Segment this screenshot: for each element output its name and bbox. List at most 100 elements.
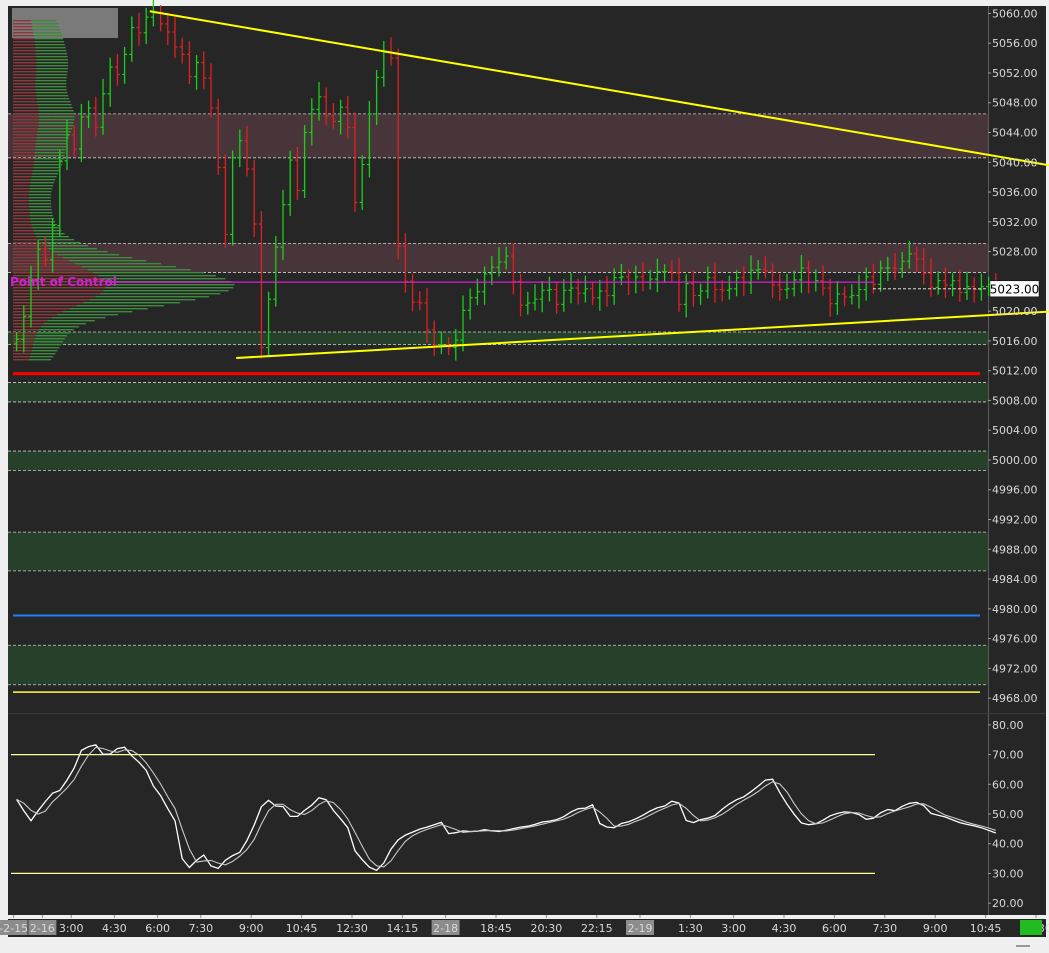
volume-bar-sell <box>13 317 52 319</box>
price-tick-label: 4992.00 <box>992 514 1038 527</box>
volume-bar-sell <box>13 233 35 235</box>
volume-bar-sell <box>13 53 36 55</box>
volume-bar-buy <box>40 326 80 328</box>
volume-bar-sell <box>13 119 39 121</box>
volume-bar-sell <box>13 209 30 211</box>
volume-bar-sell <box>13 356 30 358</box>
volume-bar-sell <box>13 236 37 238</box>
time-tick-label: 2-18 <box>433 922 458 935</box>
price-tick-label: 4984.00 <box>992 573 1038 586</box>
price-tick-label: 5032.00 <box>992 216 1038 229</box>
volume-bar-buy <box>32 227 59 229</box>
volume-bar-sell <box>13 314 58 316</box>
time-tick-label: 7:30 <box>188 922 213 935</box>
volume-bar-buy <box>35 71 68 73</box>
volume-bar-buy <box>105 284 235 286</box>
last-price-label: 5023.00 <box>990 282 1040 296</box>
volume-bar-sell <box>13 146 36 148</box>
volume-bar-sell <box>13 206 30 208</box>
volume-bar-buy <box>35 80 67 82</box>
volume-bar-buy <box>35 47 66 49</box>
oscillator-tick-label: 30.00 <box>992 867 1024 880</box>
price-tick-label: 5052.00 <box>992 67 1038 80</box>
volume-bar-sell <box>13 134 37 136</box>
volume-bar-sell <box>13 167 34 169</box>
time-tick-label: 22:15 <box>581 922 613 935</box>
volume-bar-sell <box>13 305 77 307</box>
volume-bar-buy <box>93 272 205 274</box>
volume-bar-sell <box>13 194 30 196</box>
volume-bar-buy <box>37 101 71 103</box>
price-tick-label: 4976.00 <box>992 633 1038 646</box>
support-zone <box>8 645 988 685</box>
volume-bar-sell <box>13 164 34 166</box>
volume-bar-sell <box>13 140 37 142</box>
time-tick-label: 10:45 <box>286 922 318 935</box>
volume-bar-buy <box>37 104 72 106</box>
volume-bar-buy <box>29 191 52 193</box>
volume-bar-buy <box>33 161 63 163</box>
volume-bar-sell <box>13 122 39 124</box>
volume-bar-buy <box>38 125 74 127</box>
volume-bar-buy <box>35 89 67 91</box>
volume-bar-buy <box>57 314 119 316</box>
price-tick-label: 5048.00 <box>992 97 1038 110</box>
volume-bar-buy <box>38 122 74 124</box>
volume-bar-sell <box>13 32 34 34</box>
time-tick-label: 2-16 <box>30 922 55 935</box>
oscillator-tick-label: 80.00 <box>992 719 1024 732</box>
volume-bar-buy <box>36 134 70 136</box>
volume-bar-buy <box>83 302 181 304</box>
volume-bar-sell <box>13 29 33 31</box>
time-tick-label: 9:00 <box>923 922 948 935</box>
volume-bar-sell <box>13 182 31 184</box>
price-tick-label: 4972.00 <box>992 662 1038 675</box>
volume-bar-sell <box>13 224 32 226</box>
volume-bar-buy <box>29 209 52 211</box>
volume-bar-buy <box>35 143 67 145</box>
volume-bar-buy <box>32 347 60 349</box>
volume-bar-sell <box>13 347 33 349</box>
volume-bar-buy <box>31 20 57 22</box>
volume-bar-sell <box>13 359 29 361</box>
volume-bar-buy <box>48 248 97 250</box>
volume-bar-sell <box>13 161 34 163</box>
volume-bar-sell <box>13 65 37 67</box>
volume-bar-sell <box>13 242 42 244</box>
volume-bar-sell <box>13 137 37 139</box>
volume-bar-buy <box>52 251 108 253</box>
volume-bar-buy <box>29 194 52 196</box>
time-tick-label: 3:00 <box>59 922 84 935</box>
volume-bar-sell <box>13 143 36 145</box>
resize-handle <box>1016 945 1030 947</box>
volume-bar-buy <box>36 137 69 139</box>
volume-bar-buy <box>87 269 191 271</box>
volume-bar-buy <box>31 350 58 352</box>
volume-bar-buy <box>35 83 67 85</box>
volume-bar-sell <box>13 38 35 40</box>
volume-bar-sell <box>13 230 34 232</box>
time-tick-label: 20:30 <box>531 922 563 935</box>
volume-bar-sell <box>13 254 58 256</box>
volume-bar-sell <box>13 152 35 154</box>
volume-bar-sell <box>13 56 36 58</box>
volume-bar-sell <box>13 176 32 178</box>
volume-bar-buy <box>36 95 69 97</box>
volume-bar-buy <box>35 74 68 76</box>
support-zone <box>8 382 988 402</box>
volume-bar-buy <box>38 116 75 118</box>
volume-bar-buy <box>28 197 51 199</box>
volume-bar-sell <box>13 92 36 94</box>
volume-bar-buy <box>34 152 66 154</box>
time-tick-label: 18:45 <box>480 922 512 935</box>
volume-bar-sell <box>13 200 29 202</box>
volume-bar-sell <box>13 86 36 88</box>
volume-bar-sell <box>13 23 32 25</box>
volume-bar-sell <box>13 329 39 331</box>
volume-bar-buy <box>35 149 66 151</box>
volume-bar-sell <box>13 311 64 313</box>
volume-bar-buy <box>95 296 210 298</box>
volume-bar-buy <box>36 65 69 67</box>
time-tick-label: 4:30 <box>102 922 127 935</box>
price-tick-label: 5008.00 <box>992 394 1038 407</box>
